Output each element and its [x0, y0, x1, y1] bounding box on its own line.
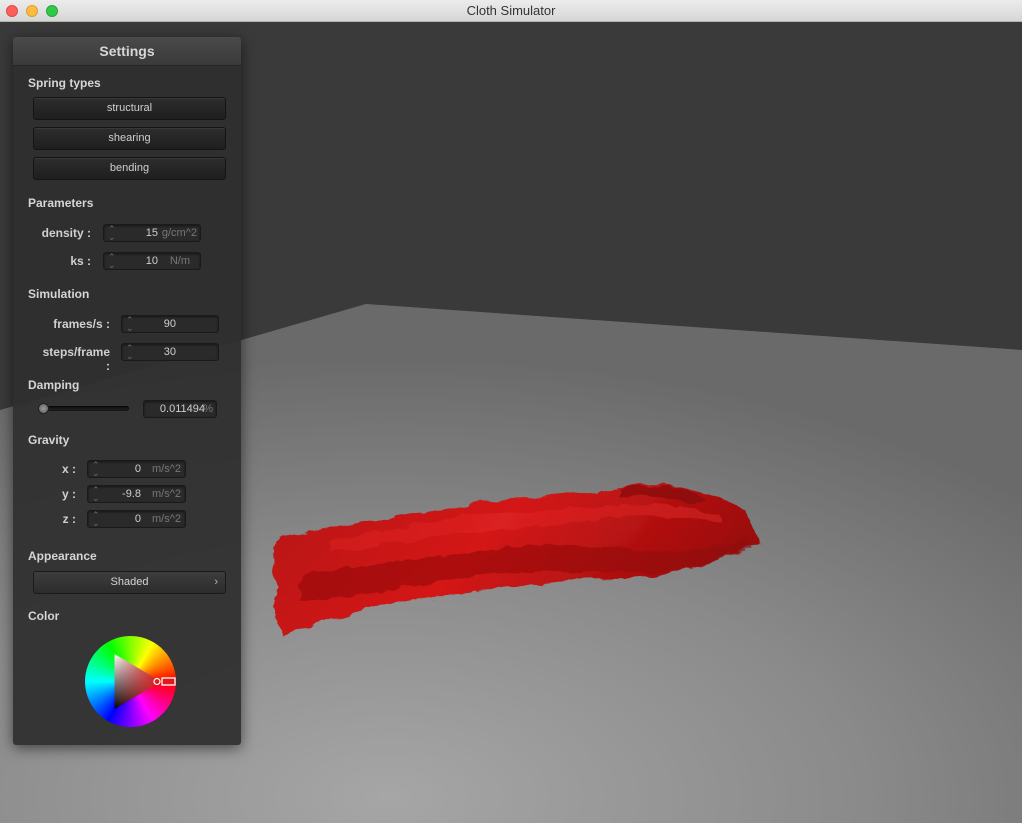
gravity-z-label: z : [62, 512, 76, 526]
bending-button[interactable]: bending [33, 157, 226, 180]
color-heading: Color [28, 609, 60, 623]
settings-title: Settings [13, 37, 241, 66]
steps-value: 30 [163, 346, 176, 358]
gravity-z-unit: m/s^2 [152, 513, 181, 525]
gravity-z-value: 0 [134, 513, 141, 525]
steps-label: steps/frame : [42, 345, 110, 373]
fps-value: 90 [163, 318, 176, 330]
damping-slider-knob[interactable] [38, 403, 49, 414]
damping-slider-track[interactable] [41, 406, 129, 411]
appearance-selected: Shaded [110, 576, 149, 588]
density-value: 15 [145, 227, 158, 239]
damping-field[interactable]: 0.011494 % [143, 400, 217, 418]
density-label: density : [41, 226, 91, 240]
updown-spinner-icon[interactable]: ⌃ ⌄ [92, 486, 100, 503]
ks-field[interactable]: ⌃ ⌄ 10 N/m [103, 252, 201, 270]
appearance-dropdown[interactable]: Shaded › [33, 571, 226, 594]
gravity-x-field[interactable]: ⌃ ⌄ 0 m/s^2 [87, 460, 186, 478]
chevron-right-icon: › [214, 576, 218, 588]
updown-spinner-icon[interactable]: ⌃ ⌄ [126, 344, 134, 361]
fps-label: frames/s : [53, 317, 110, 331]
structural-button[interactable]: structural [33, 97, 226, 120]
gravity-y-unit: m/s^2 [152, 488, 181, 500]
gravity-x-value: 0 [134, 463, 141, 475]
updown-spinner-icon[interactable]: ⌃ ⌄ [92, 511, 100, 528]
gravity-y-label: y : [61, 487, 76, 501]
spring-types-heading: Spring types [28, 76, 101, 90]
ks-value: 10 [145, 255, 158, 267]
updown-spinner-icon[interactable]: ⌃ ⌄ [108, 225, 116, 242]
gravity-x-label: x : [61, 462, 76, 476]
ks-label: ks : [70, 254, 91, 268]
shearing-button[interactable]: shearing [33, 127, 226, 150]
updown-spinner-icon[interactable]: ⌃ ⌄ [92, 461, 100, 478]
updown-spinner-icon[interactable]: ⌃ ⌄ [126, 316, 134, 333]
parameters-heading: Parameters [28, 196, 94, 210]
steps-field[interactable]: ⌃ ⌄ 30 [121, 343, 219, 361]
updown-spinner-icon[interactable]: ⌃ ⌄ [108, 253, 116, 270]
gravity-y-value: -9.8 [122, 488, 141, 500]
hue-marker[interactable] [161, 677, 176, 686]
gravity-y-field[interactable]: ⌃ ⌄ -9.8 m/s^2 [87, 485, 186, 503]
damping-heading: Damping [28, 378, 80, 392]
settings-panel: Settings Spring types structural shearin… [13, 37, 241, 745]
gravity-z-field[interactable]: ⌃ ⌄ 0 m/s^2 [87, 510, 186, 528]
damping-value: 0.011494 [159, 403, 205, 415]
density-unit: g/cm^2 [161, 227, 197, 239]
density-field[interactable]: ⌃ ⌄ 15 g/cm^2 [103, 224, 201, 242]
fps-field[interactable]: ⌃ ⌄ 90 [121, 315, 219, 333]
gravity-heading: Gravity [28, 433, 70, 447]
appearance-heading: Appearance [28, 549, 97, 563]
simulation-heading: Simulation [28, 287, 90, 301]
window-title: Cloth Simulator [466, 3, 556, 18]
ks-unit: N/m [169, 255, 190, 267]
damping-unit: % [203, 403, 213, 415]
title-bar: Cloth Simulator [0, 0, 1022, 22]
color-wheel-picker[interactable] [83, 634, 178, 729]
gravity-x-unit: m/s^2 [152, 463, 181, 475]
